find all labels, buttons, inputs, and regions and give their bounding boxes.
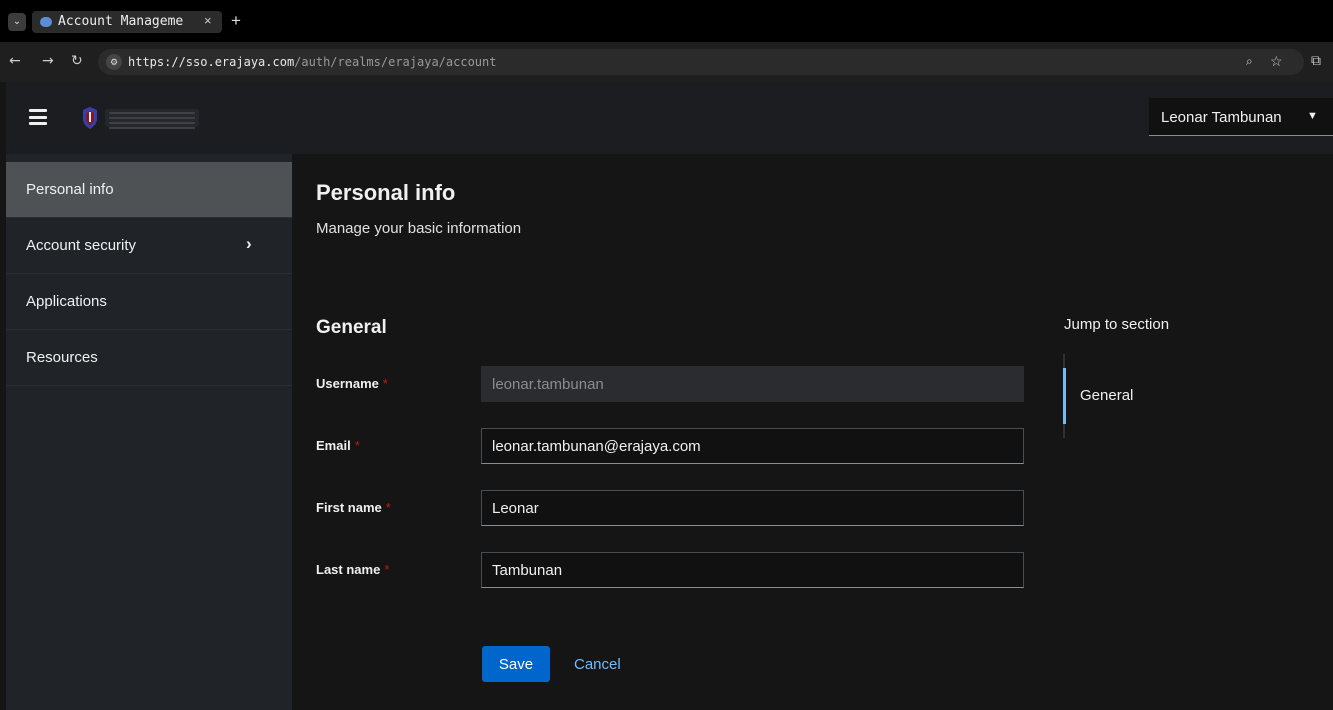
hamburger-menu-icon[interactable] xyxy=(29,109,47,125)
page-title: Personal info xyxy=(316,180,456,205)
first-name-label: First name * xyxy=(316,500,391,515)
sidebar-item-personal-info[interactable]: Personal info xyxy=(6,162,292,218)
sidebar-item-resources[interactable]: Resources xyxy=(6,330,292,386)
email-field[interactable] xyxy=(481,428,1024,464)
bookmark-star-icon[interactable]: ☆ xyxy=(1270,53,1283,70)
zoom-icon[interactable]: ⌕ xyxy=(1246,54,1253,69)
browser-tab[interactable]: Account Manageme × xyxy=(32,11,222,33)
url-text[interactable]: https://sso.erajaya.com/auth/realms/eraj… xyxy=(128,55,496,69)
main-content: Personal info Manage your basic informat… xyxy=(292,154,1333,710)
last-name-label: Last name * xyxy=(316,562,389,577)
extensions-icon[interactable]: ⧉ xyxy=(1311,52,1321,69)
required-mark: * xyxy=(384,562,390,577)
sidebar-nav: Personal info Account security › Applica… xyxy=(6,154,292,710)
user-menu-toggle[interactable]: Leonar Tambunan ▼ xyxy=(1149,98,1333,136)
angle-right-icon: › xyxy=(246,234,252,253)
email-label: Email * xyxy=(316,438,360,453)
tab-title: Account Manageme xyxy=(58,14,184,29)
email-label-text: Email xyxy=(316,438,351,453)
jump-active-indicator xyxy=(1063,368,1066,424)
favicon-icon xyxy=(40,17,52,27)
sidebar-item-label: Resources xyxy=(26,349,98,366)
url-host: https://sso.erajaya.com xyxy=(128,55,295,69)
url-path: /auth/realms/erajaya/account xyxy=(294,55,497,69)
first-name-field[interactable] xyxy=(481,490,1024,526)
app-header: Leonar Tambunan ▼ xyxy=(6,82,1333,154)
required-mark: * xyxy=(382,376,388,391)
page-subtitle: Manage your basic information xyxy=(316,220,522,237)
browser-toolbar: ← → ↻ ⚙ https://sso.erajaya.com/auth/rea… xyxy=(0,42,1333,82)
forward-arrow-icon[interactable]: → xyxy=(42,53,54,69)
required-mark: * xyxy=(354,438,360,453)
username-label: Username * xyxy=(316,376,388,391)
sidebar-item-applications[interactable]: Applications xyxy=(6,274,292,330)
browser-tab-bar: ⌄ Account Manageme × + xyxy=(0,0,1333,42)
last-name-label-text: Last name xyxy=(316,562,381,577)
site-info-icon[interactable]: ⚙ xyxy=(106,54,122,70)
shield-logo-icon xyxy=(83,107,97,129)
tab-search-button[interactable]: ⌄ xyxy=(8,13,26,31)
first-name-label-text: First name xyxy=(316,500,382,515)
cancel-button[interactable]: Cancel xyxy=(568,646,627,682)
chevron-down-icon: ⌄ xyxy=(12,16,22,27)
last-name-field[interactable] xyxy=(481,552,1024,588)
section-title-general: General xyxy=(316,317,387,338)
user-name: Leonar Tambunan xyxy=(1161,109,1282,126)
save-button[interactable]: Save xyxy=(482,646,550,682)
caret-down-icon: ▼ xyxy=(1307,110,1318,122)
address-bar[interactable]: ⚙ https://sso.erajaya.com/auth/realms/er… xyxy=(98,49,1304,75)
jump-to-section-title: Jump to section xyxy=(1064,316,1170,333)
sidebar-item-label: Personal info xyxy=(26,181,114,198)
sidebar-item-account-security[interactable]: Account security › xyxy=(6,218,292,274)
logo-caption xyxy=(105,109,199,129)
close-tab-icon[interactable]: × xyxy=(204,13,212,28)
reload-icon[interactable]: ↻ xyxy=(71,53,83,69)
username-label-text: Username xyxy=(316,376,379,391)
required-mark: * xyxy=(385,500,391,515)
jump-link-general[interactable]: General xyxy=(1080,387,1133,404)
sidebar-item-label: Account security xyxy=(26,237,137,254)
sidebar-item-label: Applications xyxy=(26,293,107,310)
brand-logo xyxy=(81,106,201,130)
new-tab-button[interactable]: + xyxy=(231,11,241,31)
back-arrow-icon[interactable]: ← xyxy=(9,53,21,69)
username-field[interactable] xyxy=(481,366,1024,402)
